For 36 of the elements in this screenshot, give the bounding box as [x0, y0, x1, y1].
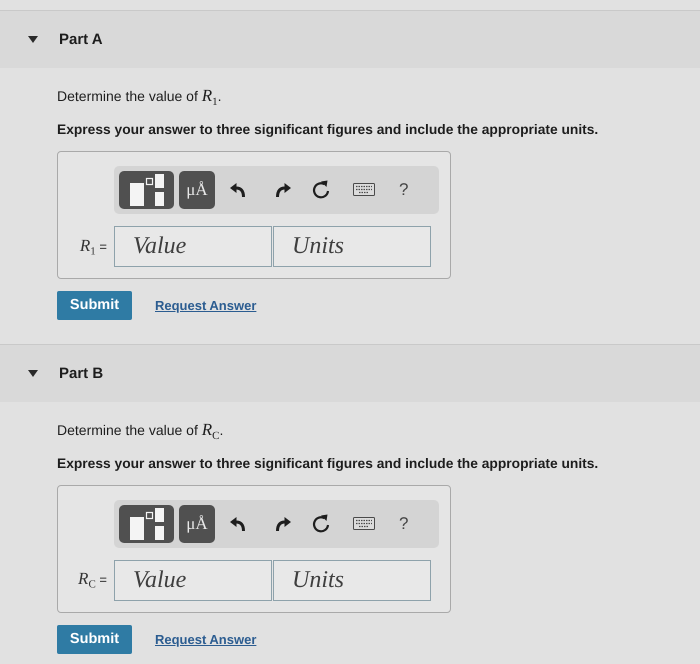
reset-icon[interactable]: [312, 180, 330, 200]
variable-label: R$_{C}$ =: [77, 569, 108, 591]
submit-button[interactable]: Submit: [57, 290, 132, 320]
units-field[interactable]: Units: [273, 560, 431, 601]
question-prompt: Determine the value of R$_{1}$.: [57, 86, 223, 110]
keyboard-icon[interactable]: [353, 517, 375, 530]
caret-icon[interactable]: [28, 36, 38, 43]
variable-label: R$_{1}$ =: [78, 236, 108, 258]
caret-icon[interactable]: [28, 370, 38, 377]
request-answer-link[interactable]: Request Answer: [155, 632, 256, 647]
part-header-bar[interactable]: Part A: [0, 10, 700, 68]
value-field[interactable]: Value: [114, 226, 272, 267]
template-icon: [130, 508, 164, 540]
question-prompt: Determine the value of R$_{C}$.: [57, 420, 224, 444]
value-field[interactable]: Value: [114, 560, 272, 601]
part-title: Part A: [59, 31, 103, 48]
request-answer-link[interactable]: Request Answer: [155, 298, 256, 313]
instruction-text: Express your answer to three significant figures and include the appropriate units.: [57, 454, 600, 473]
undo-icon[interactable]: [230, 182, 246, 197]
redo-icon[interactable]: [275, 182, 291, 197]
units-button[interactable]: μÅ: [179, 504, 215, 543]
reset-icon[interactable]: [312, 514, 330, 534]
units-field[interactable]: Units: [273, 226, 431, 267]
help-button[interactable]: ?: [399, 180, 408, 200]
templates-button[interactable]: [119, 504, 174, 543]
part-title: Part B: [59, 364, 104, 382]
part-header-bar[interactable]: Part B: [0, 344, 700, 402]
help-button[interactable]: ?: [399, 514, 408, 534]
undo-icon[interactable]: [230, 516, 246, 531]
redo-icon[interactable]: [275, 516, 291, 531]
units-button[interactable]: μÅ: [179, 170, 215, 209]
keyboard-icon[interactable]: [353, 183, 375, 196]
instruction-text: Express your answer to three significant figures and include the appropriate units.: [57, 120, 600, 139]
template-icon: [130, 174, 164, 206]
submit-button[interactable]: Submit: [57, 624, 132, 654]
templates-button[interactable]: [119, 170, 174, 209]
